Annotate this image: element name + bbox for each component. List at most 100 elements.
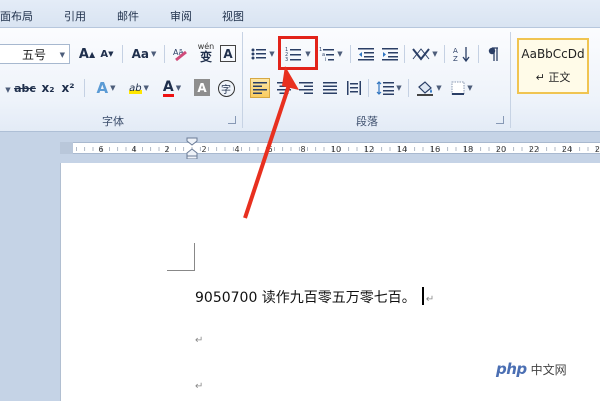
decrease-indent-button[interactable] (356, 44, 376, 64)
tab-view[interactable]: 视图 (222, 8, 244, 24)
font-color-button[interactable]: A ▼ (158, 78, 186, 98)
ruler-margin (60, 142, 73, 154)
subscript-icon: x₂ (41, 81, 55, 95)
ruler-number: 2 (164, 145, 169, 154)
superscript-button[interactable]: x² (60, 78, 76, 98)
divider (478, 45, 479, 63)
border-icon (451, 81, 465, 95)
shrink-font-button[interactable]: A ▼ (98, 44, 116, 64)
phonetic-guide-button[interactable]: wén 变 (194, 42, 218, 63)
paragraph-mark: ↵ (425, 294, 435, 305)
align-left-button[interactable] (250, 78, 270, 98)
character-border-icon: A (223, 46, 233, 61)
pilcrow-icon (488, 47, 498, 61)
sort-button[interactable]: A Z (450, 44, 474, 64)
grow-font-button[interactable]: A ▲ (78, 44, 96, 64)
watermark-text: 中文网 (530, 362, 567, 377)
chevron-down-icon: ▼ (59, 51, 65, 59)
divider (84, 79, 85, 97)
chevron-down-icon: ▼ (432, 50, 438, 58)
divider (444, 45, 445, 63)
sort-az-icon: A Z (453, 47, 470, 62)
align-left-icon (253, 82, 267, 94)
bullets-button[interactable]: ▼ (250, 44, 276, 64)
margin-corner-mark (167, 243, 195, 271)
text-highlight-button[interactable]: ab ▼ (124, 78, 154, 98)
align-right-button[interactable] (296, 78, 316, 98)
distributed-button[interactable] (344, 78, 364, 98)
clear-format-icon: Aā (173, 48, 187, 62)
paragraph-mark: ↵ (195, 381, 204, 392)
align-center-icon (277, 82, 291, 94)
justify-button[interactable] (320, 78, 340, 98)
paragraph-dialog-launcher-icon[interactable] (496, 116, 504, 124)
php-logo: php (496, 360, 527, 378)
chevron-down-icon: ▼ (110, 84, 116, 92)
chevron-down-icon: ▼ (151, 50, 157, 58)
line-spacing-button[interactable]: ▼ (374, 78, 404, 98)
ruler-number: 18 (463, 145, 473, 154)
paragraph-group-label: 段落 (356, 115, 378, 128)
divider (164, 45, 165, 63)
strikethrough-button[interactable]: abc (14, 78, 36, 98)
ruler-number: 4 (131, 145, 136, 154)
font-dialog-launcher-icon[interactable] (228, 116, 236, 124)
increase-indent-icon (382, 48, 398, 61)
multilevel-list-button[interactable]: 1 a i ▼ (318, 44, 344, 64)
indent-marker-icon[interactable] (186, 137, 198, 159)
ruler-ticks: 86422468101214161820222426 (60, 145, 600, 154)
ruler-number: 16 (430, 145, 440, 154)
document-text-line[interactable]: 9050700 读作九百零五万零七百。 ↵ (195, 287, 434, 307)
borders-button[interactable]: ▼ (448, 78, 476, 98)
ribbon: 五号 ▼ A ▲ A ▼ Aa ▼ Aā wén 变 A ▼ abc x₂ x² A ▼… (0, 28, 600, 132)
font-size-dropdown[interactable]: 五号 ▼ (0, 44, 70, 64)
chevron-down-icon: ▼ (436, 84, 442, 92)
ruler-number: 2 (201, 145, 206, 154)
ruler-number: 12 (364, 145, 374, 154)
tab-page-layout[interactable]: 面布局 (0, 8, 33, 24)
clear-format-button[interactable]: Aā (170, 44, 192, 64)
decrease-indent-icon (358, 48, 374, 61)
chevron-down-icon[interactable]: ▼ (4, 80, 12, 100)
enclose-characters-button[interactable]: 字 (216, 78, 236, 98)
character-shading-button[interactable]: A (194, 79, 210, 96)
svg-text:i: i (325, 57, 326, 62)
document-text: 9050700 读作九百零五万零七百。 (195, 290, 416, 306)
ruler-area: 86422468101214161820222426 (0, 133, 600, 161)
font-color-icon: A (162, 78, 174, 97)
tab-references[interactable]: 引用 (64, 8, 86, 24)
chinese-layout-icon (412, 48, 431, 61)
chevron-down-icon: ▼ (175, 84, 182, 92)
ruler-number: 14 (397, 145, 407, 154)
divider (368, 79, 369, 97)
ruler-number: 26 (595, 145, 600, 154)
chevron-down-icon: ▼ (396, 84, 402, 92)
strikethrough-icon: abc (14, 81, 36, 95)
divider (404, 45, 405, 63)
show-hide-marks-button[interactable] (484, 44, 502, 64)
svg-text:Z: Z (453, 55, 458, 62)
shading-button[interactable]: ▼ (414, 78, 444, 98)
tab-review[interactable]: 审阅 (170, 8, 192, 24)
justify-icon (323, 82, 337, 94)
chinese-layout-button[interactable]: ▼ (410, 44, 440, 64)
line-spacing-icon (376, 81, 395, 95)
tab-mailings[interactable]: 邮件 (117, 8, 139, 24)
style-normal-tile[interactable]: AaBbCcDd ↵ 正文 (517, 38, 589, 94)
ruler-number: 10 (331, 145, 341, 154)
subscript-button[interactable]: x₂ (40, 78, 56, 98)
group-divider (242, 32, 243, 128)
multilevel-list-icon: 1 a i (319, 47, 335, 62)
text-effects-button[interactable]: A ▼ (92, 78, 120, 98)
divider (122, 45, 123, 63)
increase-indent-button[interactable] (380, 44, 400, 64)
align-right-icon (299, 82, 313, 94)
chevron-down-icon: ▼ (143, 84, 149, 92)
highlighter-icon: ab (129, 82, 142, 94)
ruler-number: 22 (529, 145, 539, 154)
ruler-number: 4 (234, 145, 239, 154)
align-center-button[interactable] (274, 78, 294, 98)
horizontal-ruler[interactable]: 86422468101214161820222426 (60, 142, 600, 154)
change-case-button[interactable]: Aa ▼ (128, 44, 160, 64)
character-border-button[interactable]: A (220, 45, 236, 62)
